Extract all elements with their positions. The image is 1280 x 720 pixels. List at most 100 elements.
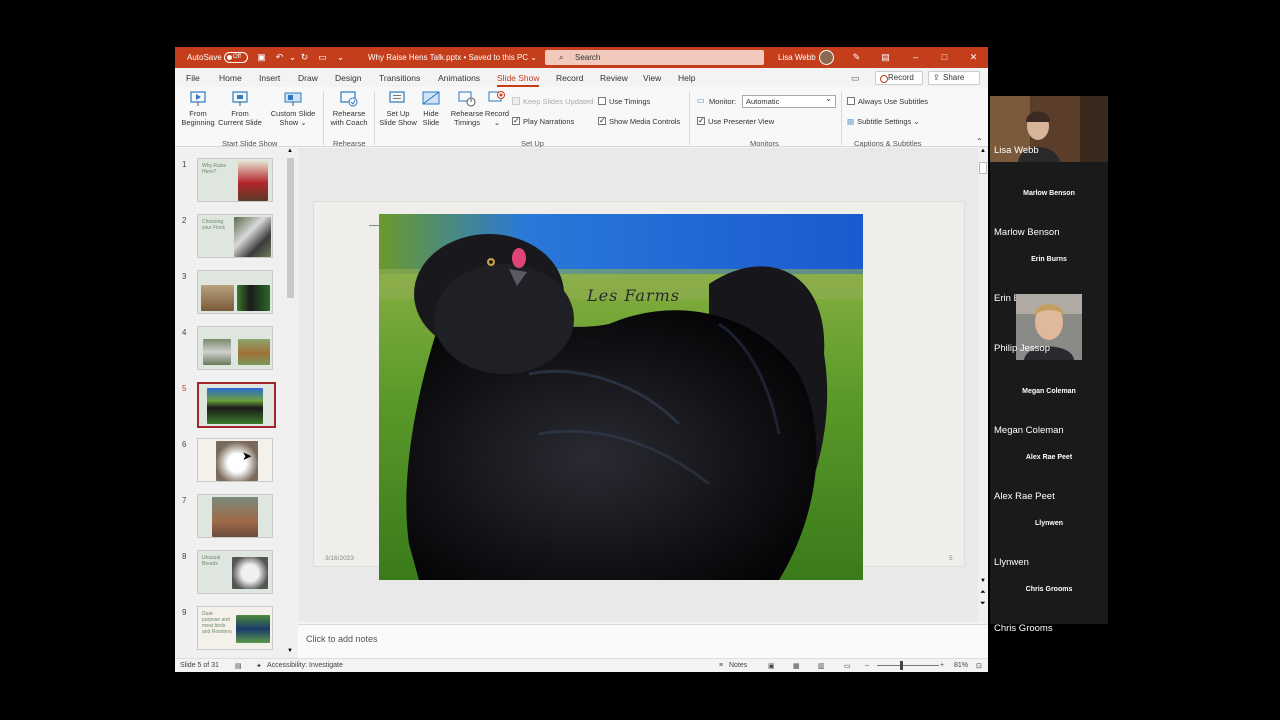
account-name[interactable]: Lisa Webb — [778, 53, 816, 62]
tab-insert[interactable]: Insert — [259, 73, 280, 83]
maximize-icon[interactable]: □ — [939, 52, 950, 63]
tab-design[interactable]: Design — [335, 73, 361, 83]
document-title[interactable]: Why Raise Hens Talk.pptx • Saved to this… — [368, 53, 537, 62]
participant-name: Marlow Benson — [994, 227, 1060, 238]
record-slide-show-button[interactable]: Record ⌄ — [484, 91, 510, 127]
scrollbar-thumb[interactable] — [979, 162, 987, 174]
scroll-down-icon[interactable]: ▼ — [980, 578, 986, 584]
slide-caption[interactable]: Les Farms — [587, 286, 680, 305]
play-narrations-checkbox[interactable]: Play Narrations — [512, 116, 574, 126]
customize-toolbar-icon[interactable]: ⌄ — [335, 52, 346, 63]
rehearse-with-coach-button[interactable]: Rehearse with Coach — [328, 91, 370, 127]
thumbnail-slide-5[interactable]: 5 — [175, 382, 285, 432]
tab-slide-show[interactable]: Slide Show — [497, 73, 540, 83]
comments-icon[interactable]: ▭ — [851, 73, 860, 84]
start-from-beginning-icon[interactable]: ▭ — [317, 52, 328, 63]
fit-to-window-icon[interactable]: ⊡ — [976, 662, 982, 670]
close-icon[interactable]: ✕ — [968, 52, 979, 63]
undo-dropdown-icon[interactable]: ⌄ — [287, 52, 298, 63]
monitor-select[interactable]: Automatic — [742, 93, 836, 108]
scrollbar-thumb[interactable] — [287, 158, 294, 298]
accessibility-status[interactable]: Accessibility: Investigate — [267, 662, 343, 669]
hen-photo[interactable]: Les Farms — [379, 214, 863, 580]
participant-tile[interactable]: Marlow Benson Marlow Benson — [990, 178, 1108, 244]
use-presenter-view-checkbox[interactable]: Use Presenter View — [697, 116, 774, 126]
thumbnail-slide-3[interactable]: 3 — [175, 270, 285, 320]
setup-show-line2: Slide Show — [379, 118, 417, 127]
always-use-subtitles-checkbox[interactable]: Always Use Subtitles — [847, 97, 928, 106]
hide-slide-button[interactable]: Hide Slide — [419, 91, 443, 127]
thumbnail-slide-8[interactable]: 8 Unusual Breeds — [175, 550, 285, 600]
rehearse-timings-button[interactable]: Rehearse Timings — [449, 91, 485, 127]
spelling-icon[interactable]: ▤ — [235, 662, 242, 670]
next-slide-icon[interactable]: ⏷ — [980, 600, 986, 608]
tab-record[interactable]: Record — [556, 73, 583, 83]
participant-tile[interactable]: Megan Coleman Megan Coleman — [990, 376, 1108, 442]
zoom-slider-thumb[interactable] — [900, 661, 903, 670]
slide-sorter-icon[interactable]: ▦ — [793, 662, 800, 670]
slide-number: 5 — [949, 555, 953, 562]
designer-pen-icon[interactable]: ✎ — [851, 52, 862, 63]
collapse-ribbon-icon[interactable]: ⌃ — [976, 137, 983, 146]
rehearse-timings-line2: Timings — [454, 118, 480, 127]
tab-draw[interactable]: Draw — [298, 73, 318, 83]
minimize-icon[interactable]: – — [910, 52, 921, 63]
from-beginning-button[interactable]: From Beginning — [180, 91, 216, 127]
notes-toggle[interactable]: Notes — [729, 662, 747, 669]
subtitle-settings-button[interactable]: ▤ Subtitle Settings ⌄ — [847, 117, 920, 126]
search-box[interactable]: ⌕ Search — [545, 50, 764, 65]
scroll-up-icon[interactable]: ▲ — [980, 148, 986, 154]
tab-help[interactable]: Help — [678, 73, 695, 83]
account-avatar[interactable] — [819, 50, 834, 65]
tab-transitions[interactable]: Transitions — [379, 73, 420, 83]
thumbnail-slide-7[interactable]: 7 — [175, 494, 285, 544]
thumbnail-title: Unusual Breeds — [202, 555, 221, 567]
reading-view-icon[interactable]: ▥ — [818, 662, 825, 670]
from-current-slide-button[interactable]: From Current Slide — [218, 91, 262, 127]
use-timings-checkbox[interactable]: Use Timings — [598, 97, 650, 106]
undo-icon[interactable]: ↶ — [274, 52, 285, 63]
tab-animations[interactable]: Animations — [438, 73, 480, 83]
participant-label: Chris Grooms — [1025, 586, 1073, 593]
thumbnail-number: 9 — [182, 608, 187, 617]
thumbnail-slide-6[interactable]: 6 ➤ — [175, 438, 285, 488]
slide-show-icon[interactable]: ▭ — [844, 662, 851, 670]
thumbnail-slide-4[interactable]: 4 — [175, 326, 285, 376]
zoom-level[interactable]: 81% — [954, 662, 968, 669]
from-beginning-line2: Beginning — [181, 118, 215, 127]
tab-file[interactable]: File — [186, 73, 200, 83]
normal-view-icon[interactable]: ▣ — [768, 662, 775, 670]
thumbnail-scrollbar[interactable]: ▲ ▼ — [286, 148, 295, 658]
thumbnail-slide-9[interactable]: 9 Dual-purpose and meat birds and Rooste… — [175, 606, 285, 656]
previous-slide-icon[interactable]: ⏶ — [980, 589, 986, 597]
zoom-in-icon[interactable]: + — [940, 662, 944, 669]
set-up-slide-show-button[interactable]: Set Up Slide Show — [378, 91, 418, 127]
thumbnail-slide-1[interactable]: 1 Why Raise Hens? — [175, 158, 285, 208]
show-media-controls-checkbox[interactable]: Show Media Controls — [598, 116, 680, 126]
ribbon-display-icon[interactable]: ▤ — [880, 52, 891, 63]
save-icon[interactable]: ▣ — [256, 52, 267, 63]
zoom-slider-track[interactable] — [877, 665, 939, 666]
scroll-down-icon[interactable]: ▼ — [287, 648, 293, 654]
autosave-toggle[interactable]: Off — [224, 52, 248, 63]
tab-view[interactable]: View — [643, 73, 661, 83]
redo-icon[interactable]: ↻ — [299, 52, 310, 63]
tab-review[interactable]: Review — [600, 73, 628, 83]
notes-pane[interactable]: Click to add notes — [298, 624, 988, 658]
thumbnail-slide-2[interactable]: 2 Choosing your Flock — [175, 214, 285, 264]
checkbox-box — [512, 97, 520, 105]
participant-tile[interactable]: Lisa Webb — [990, 96, 1108, 162]
share-button[interactable]: ⇪ Share — [928, 71, 980, 85]
group-start-slide-show: Start Slide Show — [222, 139, 278, 148]
participant-tile[interactable]: Llynwen Llynwen — [990, 508, 1108, 574]
scroll-up-icon[interactable]: ▲ — [287, 148, 293, 154]
editor-scrollbar[interactable]: ▲ ▼ ⏶ ⏷ — [978, 148, 988, 622]
share-label: Share — [943, 73, 965, 82]
custom-slide-show-button[interactable]: Custom Slide Show ⌄ — [268, 91, 318, 127]
zoom-out-icon[interactable]: – — [865, 662, 869, 669]
participant-tile[interactable]: Alex Rae Peet Alex Rae Peet — [990, 442, 1108, 508]
record-button[interactable]: Record — [875, 71, 923, 85]
participant-tile[interactable]: Chris Grooms Chris Grooms — [990, 574, 1108, 640]
participant-tile[interactable]: Philip Jessop — [990, 294, 1108, 360]
tab-home[interactable]: Home — [219, 73, 242, 83]
